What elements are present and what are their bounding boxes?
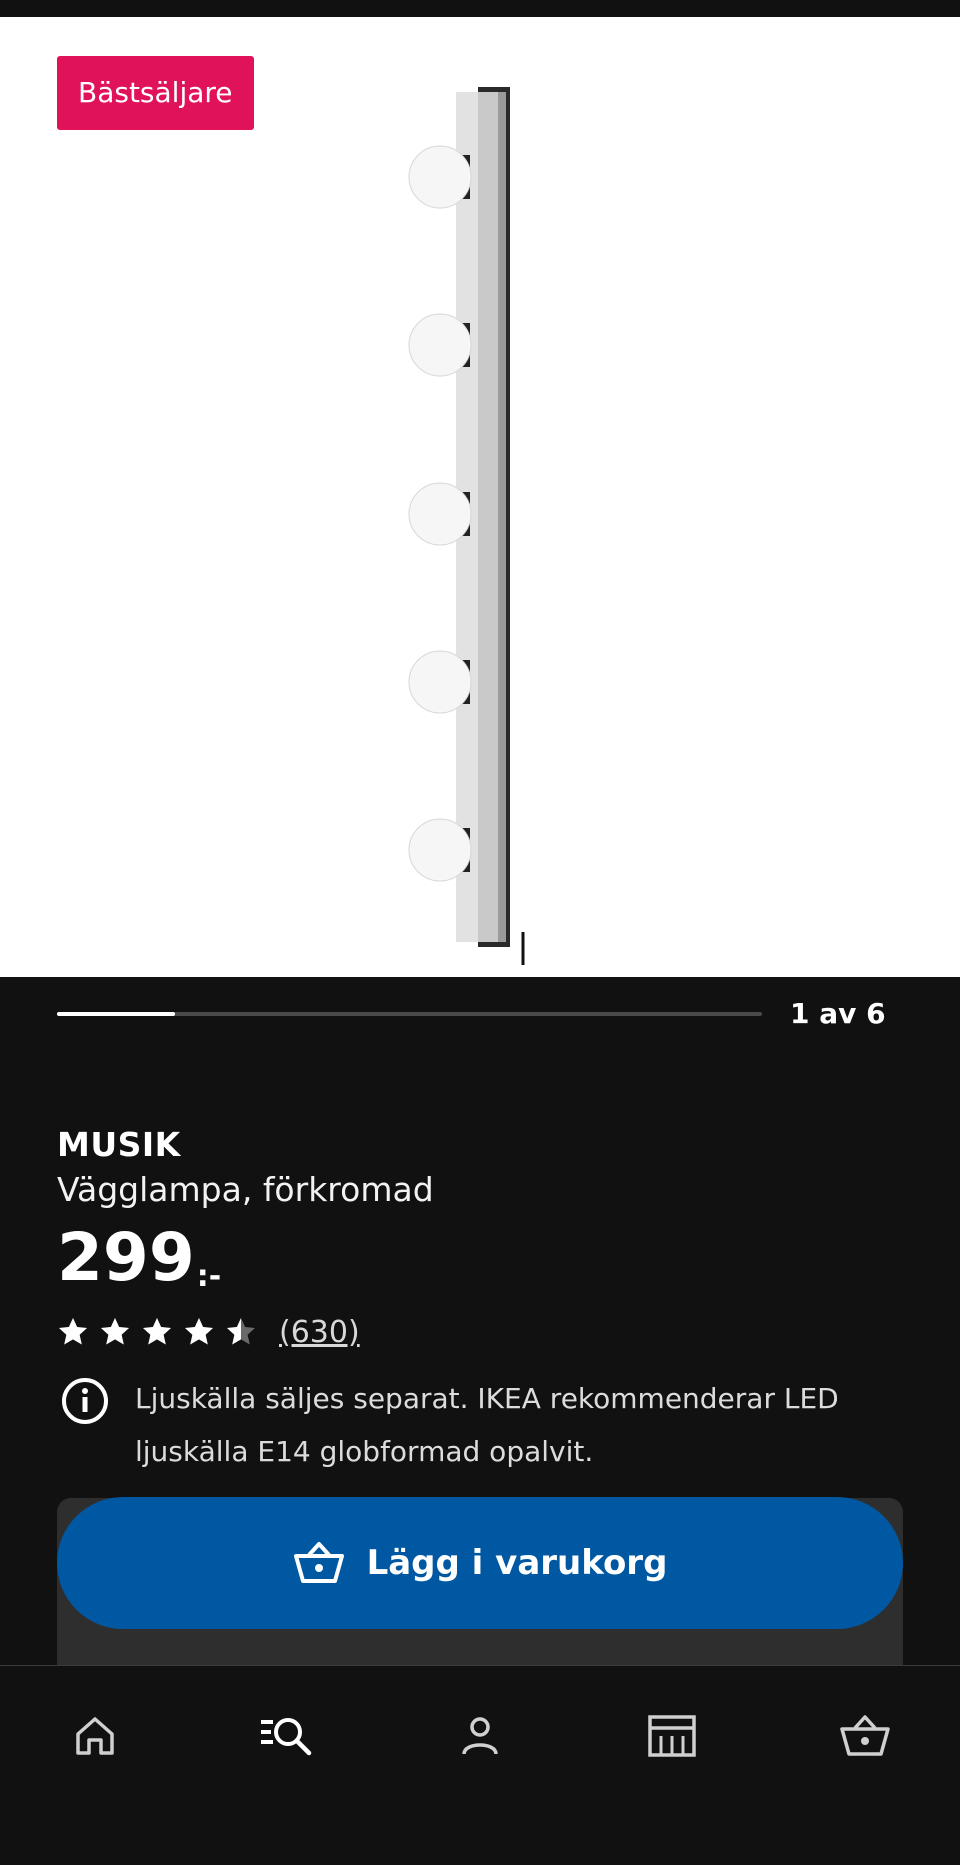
rating-stars	[57, 1316, 267, 1348]
nav-store[interactable]	[642, 1706, 702, 1766]
nav-cart[interactable]	[835, 1706, 895, 1766]
rating-count-link[interactable]: (630)	[279, 1315, 360, 1350]
star-icon	[59, 1318, 87, 1345]
home-icon	[76, 1717, 114, 1755]
cart-icon	[840, 1715, 890, 1756]
nav-profile[interactable]	[450, 1706, 510, 1766]
star-icon	[143, 1318, 171, 1345]
price-suffix: :-	[196, 1259, 222, 1294]
status-bar	[0, 0, 960, 17]
star-icon	[101, 1318, 129, 1345]
image-counter: 1 av 6	[790, 997, 886, 1030]
light-source-info: Ljuskälla säljes separat. IKEA rekommend…	[60, 1372, 920, 1492]
nav-home[interactable]	[65, 1706, 125, 1766]
price-integer: 299	[57, 1219, 195, 1296]
add-to-cart-button[interactable]: Lägg i varukorg	[57, 1497, 903, 1629]
carousel-progress-track	[57, 1012, 762, 1016]
image-carousel-indicator: 1 av 6	[0, 977, 960, 1057]
store-icon	[648, 1715, 696, 1757]
bestseller-badge: Bästsäljare	[57, 56, 254, 130]
product-image-gallery[interactable]: Bästsäljare	[0, 17, 960, 977]
product-brand: MUSIK	[57, 1125, 181, 1164]
profile-icon	[462, 1717, 498, 1755]
product-rating[interactable]: (630)	[57, 1312, 360, 1352]
star-icon	[185, 1318, 213, 1345]
product-price: 299 :-	[57, 1218, 221, 1298]
bottom-navigation	[0, 1665, 960, 1865]
product-description: Vägglampa, förkromad	[57, 1170, 434, 1209]
search-icon	[261, 1718, 312, 1756]
carousel-progress-fill	[57, 1012, 175, 1016]
product-image-wall-lamp	[408, 87, 525, 965]
add-to-cart-label: Lägg i varukorg	[366, 1543, 668, 1583]
basket-icon	[293, 1542, 344, 1583]
star-icon	[227, 1318, 255, 1345]
nav-search[interactable]	[257, 1706, 317, 1766]
info-text: Ljuskälla säljes separat. IKEA rekommend…	[135, 1382, 839, 1468]
info-icon	[62, 1378, 108, 1424]
